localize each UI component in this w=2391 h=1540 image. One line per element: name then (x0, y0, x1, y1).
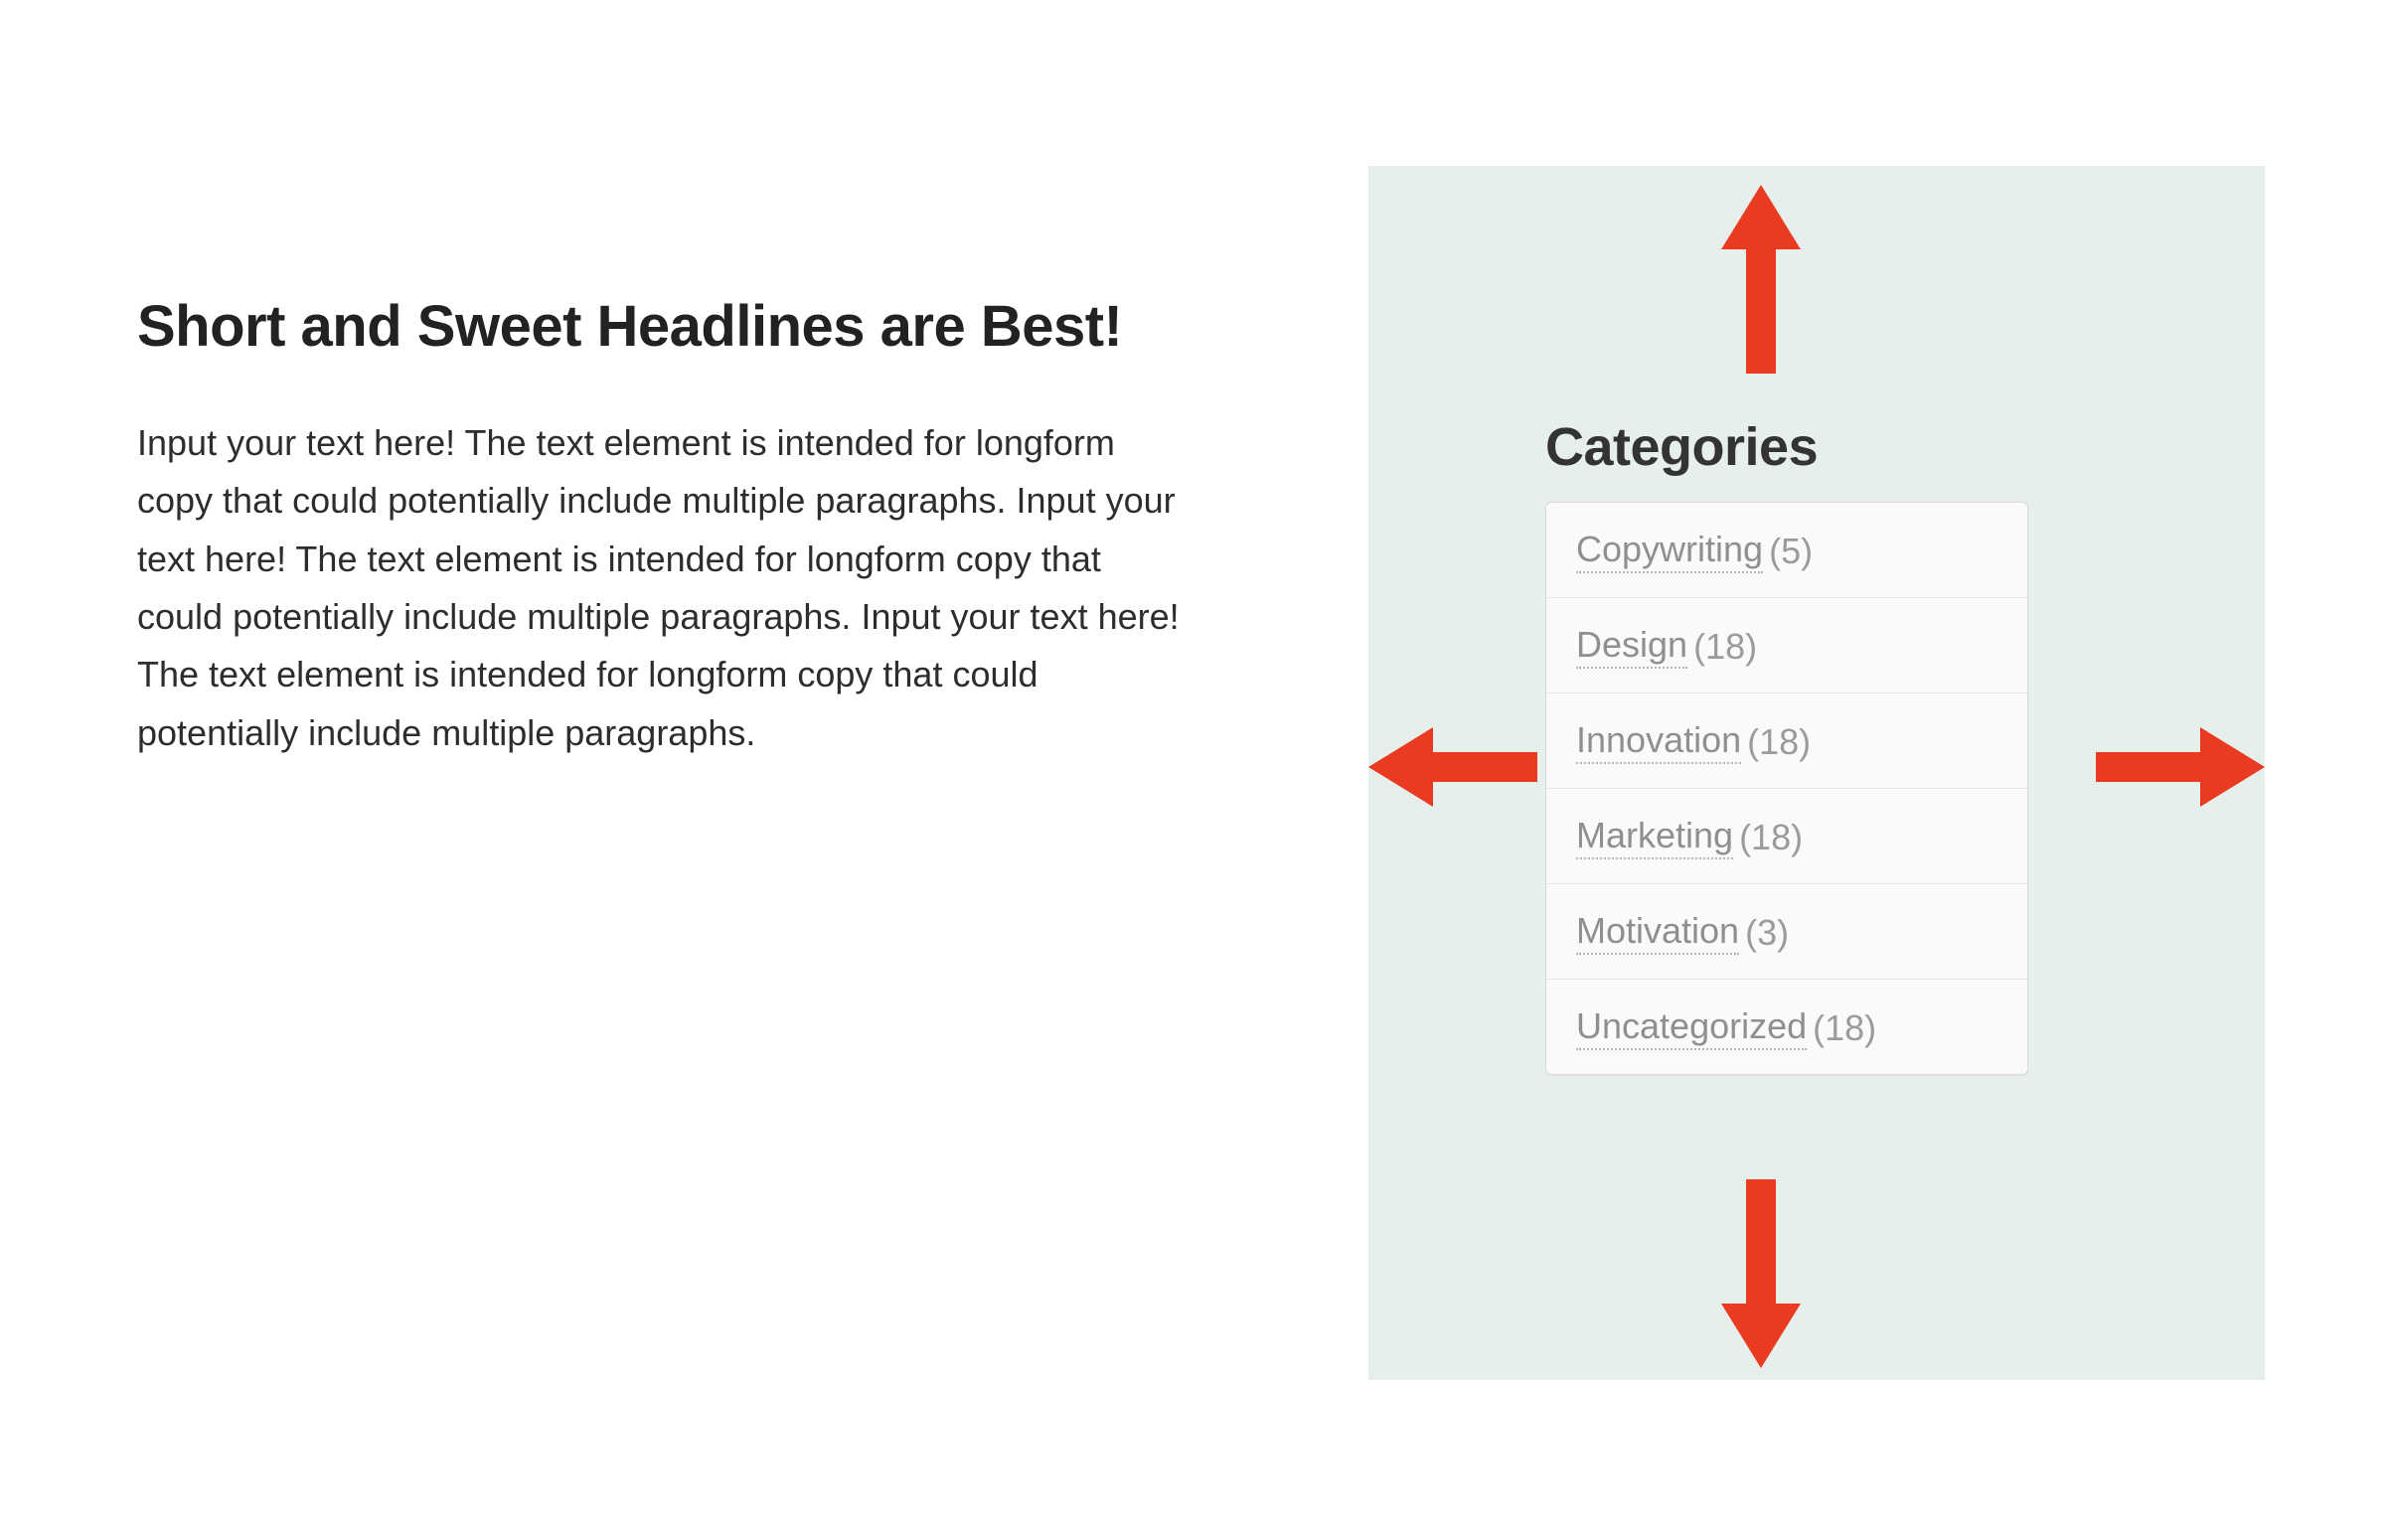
arrow-right-icon (2096, 727, 2265, 807)
category-count: (18) (1813, 1007, 1876, 1049)
article-headline: Short and Sweet Headlines are Best! (137, 293, 1191, 360)
category-item-marketing[interactable]: Marketing (18) (1546, 789, 2027, 884)
article-block: Short and Sweet Headlines are Best! Inpu… (137, 293, 1191, 762)
categories-list: Copywriting (5) Design (18) Innovation (… (1545, 502, 2028, 1075)
category-name: Marketing (1576, 815, 1733, 859)
category-count: (18) (1693, 626, 1757, 668)
widget-title: Categories (1545, 416, 1818, 478)
arrow-down-icon (1721, 1179, 1801, 1368)
category-name: Uncategorized (1576, 1005, 1807, 1050)
arrow-left-icon (1368, 727, 1537, 807)
category-item-innovation[interactable]: Innovation (18) (1546, 693, 2027, 789)
category-item-uncategorized[interactable]: Uncategorized (18) (1546, 980, 2027, 1074)
category-name: Copywriting (1576, 529, 1763, 573)
category-name: Design (1576, 624, 1687, 669)
category-count: (5) (1769, 531, 1813, 572)
category-item-copywriting[interactable]: Copywriting (5) (1546, 503, 2027, 598)
category-count: (18) (1747, 721, 1811, 763)
stage: Short and Sweet Headlines are Best! Inpu… (0, 0, 2391, 1540)
category-name: Innovation (1576, 719, 1741, 764)
category-item-motivation[interactable]: Motivation (3) (1546, 884, 2027, 980)
category-name: Motivation (1576, 910, 1739, 955)
category-count: (3) (1745, 912, 1789, 954)
category-count: (18) (1739, 817, 1803, 858)
arrow-up-icon (1721, 185, 1801, 374)
article-body: Input your text here! The text element i… (137, 414, 1191, 762)
sidebar-widget-panel: Categories Copywriting (5) Design (18) I… (1368, 166, 2265, 1380)
category-item-design[interactable]: Design (18) (1546, 598, 2027, 693)
